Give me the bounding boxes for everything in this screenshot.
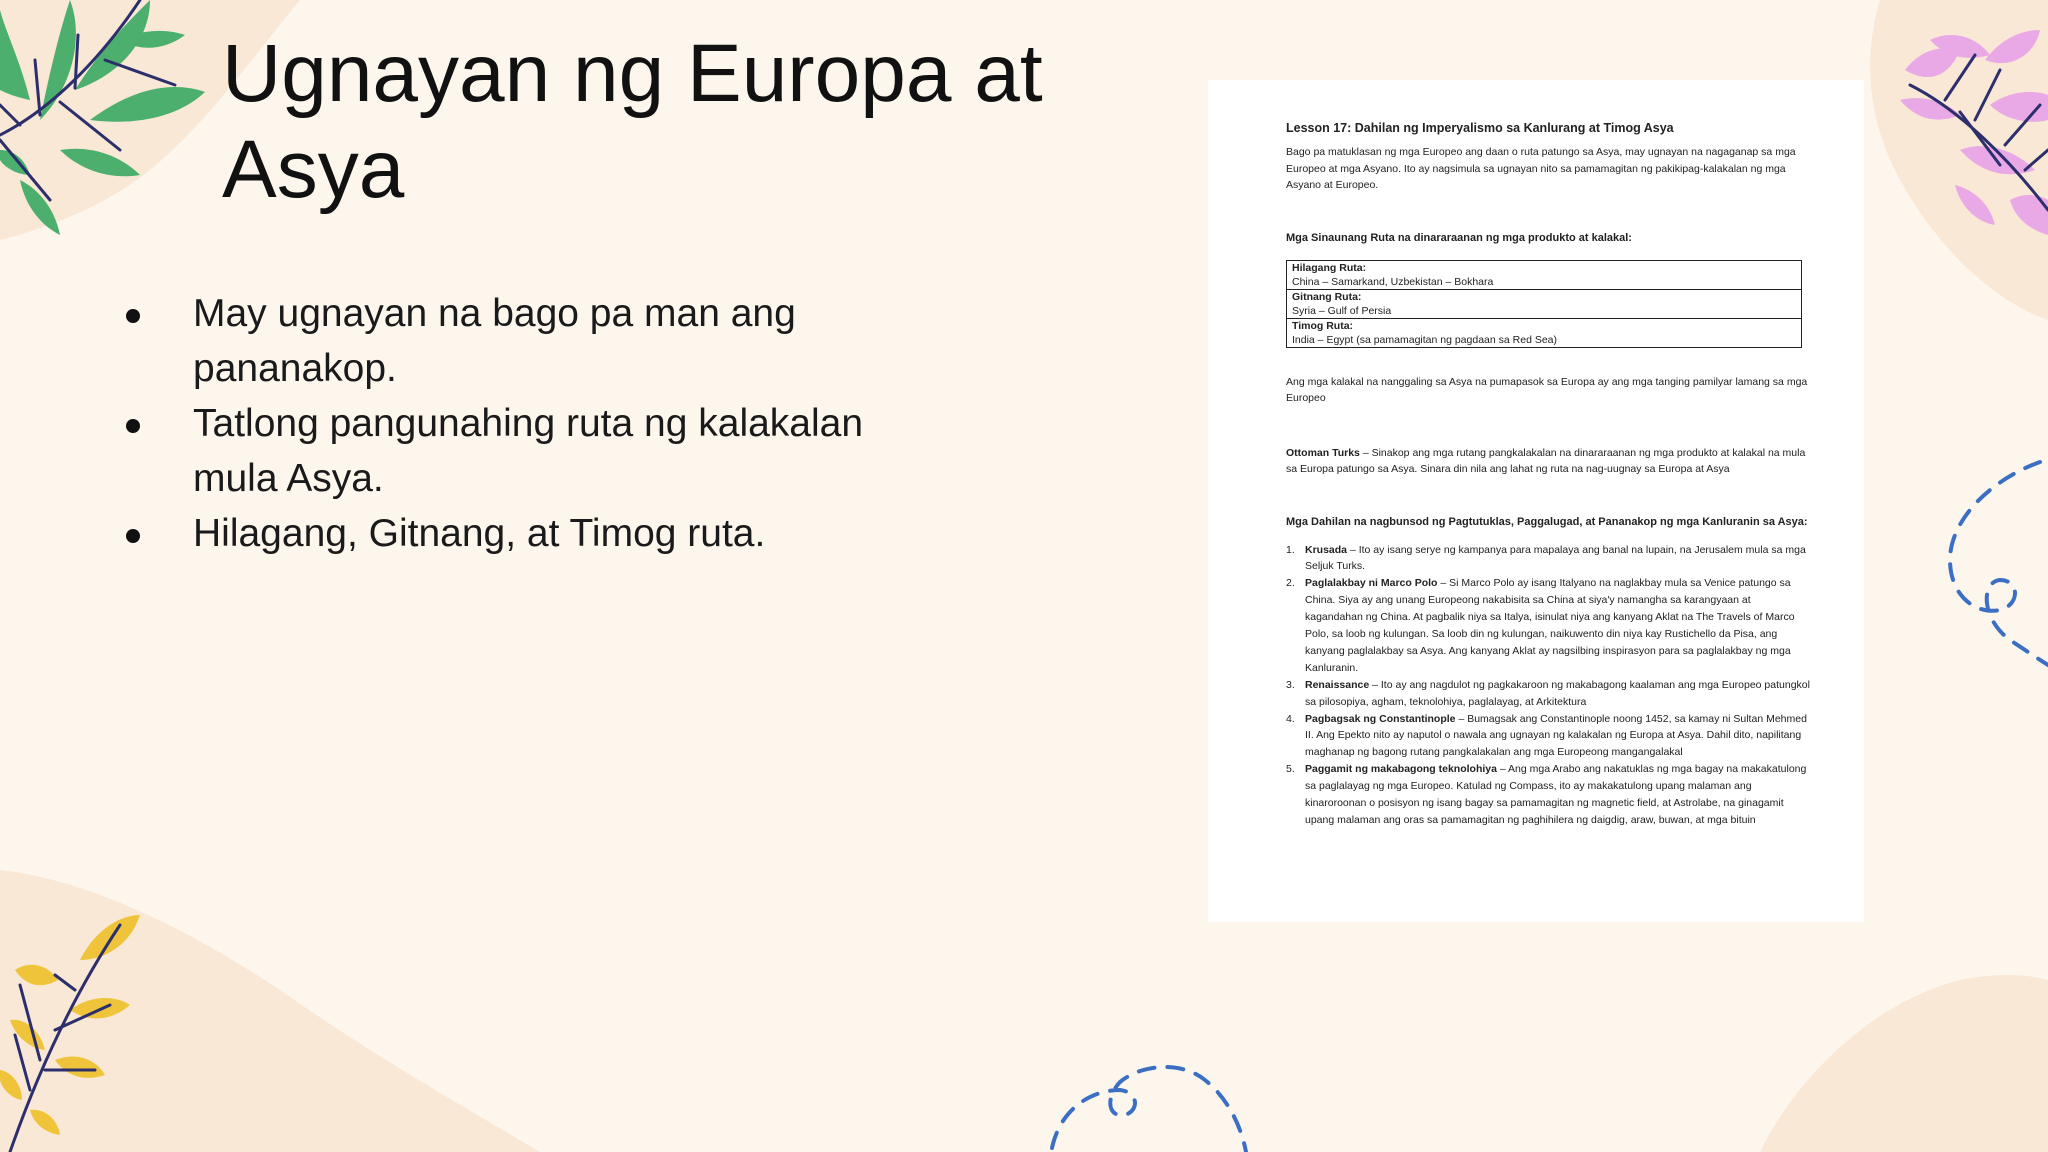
item-number: 4. xyxy=(1286,712,1295,725)
item-label: Krusada xyxy=(1305,543,1348,556)
route-path: China – Samarkand, Uzbekistan – Bokhara xyxy=(1292,275,1494,288)
table-cell: Gitnang Ruta: Syria – Gulf of Persia xyxy=(1286,288,1802,319)
item-number: 1. xyxy=(1286,543,1295,556)
list-item: 3. Renaissance – Ito ay ang nagdulot ng p… xyxy=(1286,677,1811,711)
table-row: Gitnang Ruta: Syria – Gulf of Persia xyxy=(1286,288,1802,319)
item-label: Paglalakbay ni Marco Polo xyxy=(1305,577,1438,590)
document-heading: Lesson 17: Dahilan ng Imperyalismo sa Ka… xyxy=(1286,121,1674,135)
bullet-list: May ugnayan na bago pa man ang pananakop… xyxy=(118,286,918,561)
document-body: Lesson 17: Dahilan ng Imperyalismo sa Ka… xyxy=(1286,120,1811,829)
list-item: 2. Paglalakbay ni Marco Polo – Si Marco P… xyxy=(1286,575,1811,676)
route-name: Gitnang Ruta: xyxy=(1292,290,1362,303)
item-label: Paggamit ng makabagong teknolohiya xyxy=(1305,763,1497,776)
list-item: 5. Paggamit ng makabagong teknolohiya – A… xyxy=(1286,761,1811,829)
route-name: Timog Ruta: xyxy=(1292,319,1354,332)
reasons-heading: Mga Dahilan na nagbunsod ng Pagtutuklas,… xyxy=(1286,515,1808,528)
item-number: 3. xyxy=(1286,678,1295,691)
ottoman-label: Ottoman Turks xyxy=(1286,446,1360,459)
route-path: India – Egypt (sa pamamagitan ng pagdaan… xyxy=(1292,333,1558,346)
item-text: – Ito ay isang serye ng kampanya para ma… xyxy=(1305,543,1806,573)
bullet-text: Hilagang, Gitnang, at Timog ruta. xyxy=(193,512,766,555)
document-intro: Bago pa matuklasan ng mga Europeo ang da… xyxy=(1286,146,1796,191)
list-item: 1. Krusada – Ito ay isang serye ng kampan… xyxy=(1286,542,1811,576)
item-label: Renaissance xyxy=(1305,678,1370,691)
bullet-dot-icon xyxy=(126,529,140,543)
item-label: Pagbagsak ng Constantinople xyxy=(1305,712,1456,725)
reasons-list: 1. Krusada – Ito ay isang serye ng kampan… xyxy=(1286,542,1811,829)
table-cell: Timog Ruta: India – Egypt (sa pamamagitan… xyxy=(1286,317,1802,348)
ottoman-text: – Sinakop ang mga rutang pangkalakalan n… xyxy=(1286,446,1806,476)
bullet-item: Tatlong pangunahing ruta ng kalakalan mu… xyxy=(118,396,918,506)
route-name: Hilagang Ruta: xyxy=(1292,261,1367,274)
document-image: Lesson 17: Dahilan ng Imperyalismo sa Ka… xyxy=(1208,80,1864,922)
slide-title: Ugnayan ng Europa at Asya xyxy=(222,28,1043,215)
table-cell: Hilagang Ruta: China – Samarkand, Uzbekis… xyxy=(1286,259,1802,290)
item-text: – Si Marco Polo ay isang Italyano na nag… xyxy=(1305,577,1795,674)
bullet-dot-icon xyxy=(126,419,140,433)
trade-note: Ang mga kalakal na nanggaling sa Asya na… xyxy=(1286,375,1808,405)
bullet-text: May ugnayan na bago pa man ang pananakop… xyxy=(193,292,796,390)
route-path: Syria – Gulf of Persia xyxy=(1292,304,1392,317)
list-item: 4. Pagbagsak ng Constantinople – Bumagsak… xyxy=(1286,711,1811,762)
bullet-item: May ugnayan na bago pa man ang pananakop… xyxy=(118,286,918,396)
routes-table: Hilagang Ruta: China – Samarkand, Uzbekis… xyxy=(1286,259,1802,348)
slide-canvas: Ugnayan ng Europa at Asya May ugnayan na… xyxy=(0,0,2048,1152)
ottoman-paragraph: Ottoman Turks – Sinakop ang mga rutang p… xyxy=(1286,445,1811,478)
routes-heading: Mga Sinaunang Ruta na dinararaanan ng mg… xyxy=(1286,231,1632,244)
bullet-text: Tatlong pangunahing ruta ng kalakalan mu… xyxy=(193,402,864,500)
bullet-item: Hilagang, Gitnang, at Timog ruta. xyxy=(118,506,918,561)
table-row: Timog Ruta: India – Egypt (sa pamamagitan… xyxy=(1286,317,1802,348)
bullet-dot-icon xyxy=(126,309,140,323)
item-text: – Ito ay ang nagdulot ng pagkakaroon ng … xyxy=(1305,678,1810,708)
table-row: Hilagang Ruta: China – Samarkand, Uzbekis… xyxy=(1286,259,1802,290)
item-number: 5. xyxy=(1286,763,1295,776)
item-number: 2. xyxy=(1286,577,1295,590)
